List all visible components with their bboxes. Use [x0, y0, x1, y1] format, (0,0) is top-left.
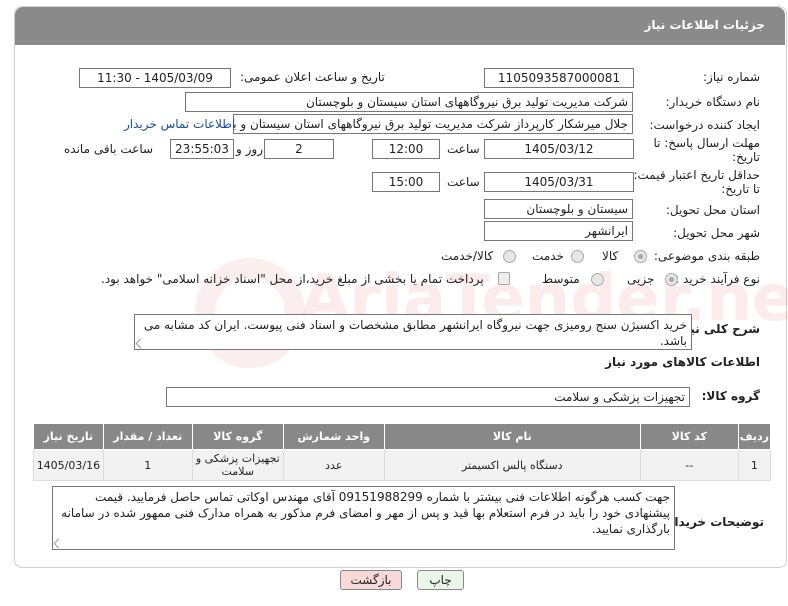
goods-info-title: اطلاعات کالاهای مورد نیاز [605, 355, 760, 369]
remaining-label: ساعت باقی مانده [64, 142, 154, 156]
deadline-label: مهلت ارسال پاسخ: تا [653, 136, 760, 150]
category-option-goods: کالا [602, 249, 619, 263]
goods-table: ردیف کد کالا نام کالا واحد شمارش گروه کا… [33, 423, 772, 481]
remaining-time-field: 23:55:03 [170, 139, 234, 159]
process-radio-minor[interactable] [665, 273, 678, 286]
province-label: استان محل تحویل: [665, 203, 760, 217]
category-radio-goods[interactable] [634, 250, 647, 263]
cell-qty: 1 [102, 449, 193, 481]
treasury-checkbox[interactable] [498, 272, 510, 285]
payment-note: پرداخت تمام یا بخشی از مبلغ خرید،از محل … [101, 272, 484, 286]
process-option-medium: متوسط [542, 272, 580, 286]
page-title: جزئیات اطلاعات نیاز [644, 18, 765, 32]
creator-field: جلال میرشکار کارپرداز شرکت مدیریت تولید … [233, 114, 633, 134]
buyer-field: شرکت مدیریت تولید برق نیروگاههای استان س… [185, 92, 633, 112]
deadline-time-label: ساعت [447, 142, 480, 156]
process-radio-medium[interactable] [591, 273, 604, 286]
cell-code: -- [639, 449, 739, 481]
col-name: نام کالا [383, 423, 641, 450]
col-date: تاریخ نیاز [33, 423, 104, 450]
col-code: کد کالا [639, 423, 739, 450]
validity-label: حداقل تاریخ اعتبار قیمت: [633, 168, 760, 182]
cell-row: 1 [737, 449, 772, 481]
announce-field: 1405/03/09 - 11:30 [79, 68, 231, 88]
cell-date: 1405/03/16 [33, 449, 104, 481]
process-label: نوع فرآیند خرید : [675, 272, 760, 286]
days-label: روز و [236, 142, 263, 156]
table-row: 1 -- دستگاه پالس اکسیمتر عدد تجهیزات پزش… [33, 449, 772, 481]
col-unit: واحد شمارش [282, 423, 385, 450]
creator-label: ایجاد کننده درخواست: [649, 118, 760, 132]
province-field: سیستان و بلوچستان [484, 199, 633, 219]
cell-unit: عدد [282, 449, 385, 481]
deadline-time-field: 12:00 [372, 139, 440, 159]
contact-info-link[interactable]: اطلاعات تماس خریدار [124, 117, 235, 131]
validity-label-2: تا تاریخ: [721, 182, 760, 196]
category-radio-service[interactable] [571, 250, 584, 263]
category-option-service: خدمت [532, 249, 564, 263]
days-field: 2 [264, 139, 334, 159]
announce-label: تاریخ و ساعت اعلان عمومی: [240, 70, 385, 84]
buyer-notes-label: توضیحات خریدار: [662, 515, 764, 529]
city-field: ایرانشهر [484, 221, 633, 241]
summary-textarea[interactable]: خرید اکسیژن سنج رومیزی جهت نیروگاه ایران… [134, 314, 692, 350]
category-radio-both[interactable] [503, 250, 516, 263]
table-header-row: ردیف کد کالا نام کالا واحد شمارش گروه کا… [33, 423, 772, 450]
print-button[interactable]: چاپ [417, 570, 464, 590]
buyer-notes-textarea[interactable]: جهت کسب هرگونه اطلاعات فنی بیشتر با شمار… [52, 486, 675, 550]
summary-text: خرید اکسیژن سنج رومیزی جهت نیروگاه ایران… [143, 318, 687, 348]
validity-time-label: ساعت [447, 175, 480, 189]
category-option-both: کالا/خدمت [441, 249, 494, 263]
buyer-label: نام دستگاه خریدار: [665, 95, 761, 109]
panel-header: جزئیات اطلاعات نیاز [15, 7, 785, 45]
goods-group-label: گروه کالا: [701, 389, 760, 403]
resize-grip-icon[interactable] [53, 538, 64, 549]
col-qty: تعداد / مقدار [102, 423, 193, 450]
col-row: ردیف [737, 423, 772, 450]
cell-name: دستگاه پالس اکسیمتر [383, 449, 641, 481]
need-number-field: 1105093587000081 [484, 68, 634, 88]
goods-group-field: تجهیزات پزشکی و سلامت [166, 387, 690, 407]
resize-grip-icon[interactable] [135, 338, 146, 349]
process-option-minor: جزیی [627, 272, 655, 286]
buyer-notes-text: جهت کسب هرگونه اطلاعات فنی بیشتر با شمار… [61, 490, 670, 536]
need-number-label: شماره نیاز: [703, 70, 760, 84]
category-label: طبقه بندی موضوعی: [653, 249, 760, 263]
city-label: شهر محل تحویل: [673, 226, 760, 240]
col-group: گروه کالا [191, 423, 284, 450]
cell-group: تجهیزات پزشکی و سلامت [191, 449, 284, 481]
back-button[interactable]: بازگشت [340, 570, 402, 590]
deadline-label-2: تاریخ: [732, 150, 760, 164]
validity-date-field: 1405/03/31 [484, 172, 634, 192]
validity-time-field: 15:00 [372, 172, 440, 192]
deadline-date-field: 1405/03/12 [484, 139, 634, 159]
